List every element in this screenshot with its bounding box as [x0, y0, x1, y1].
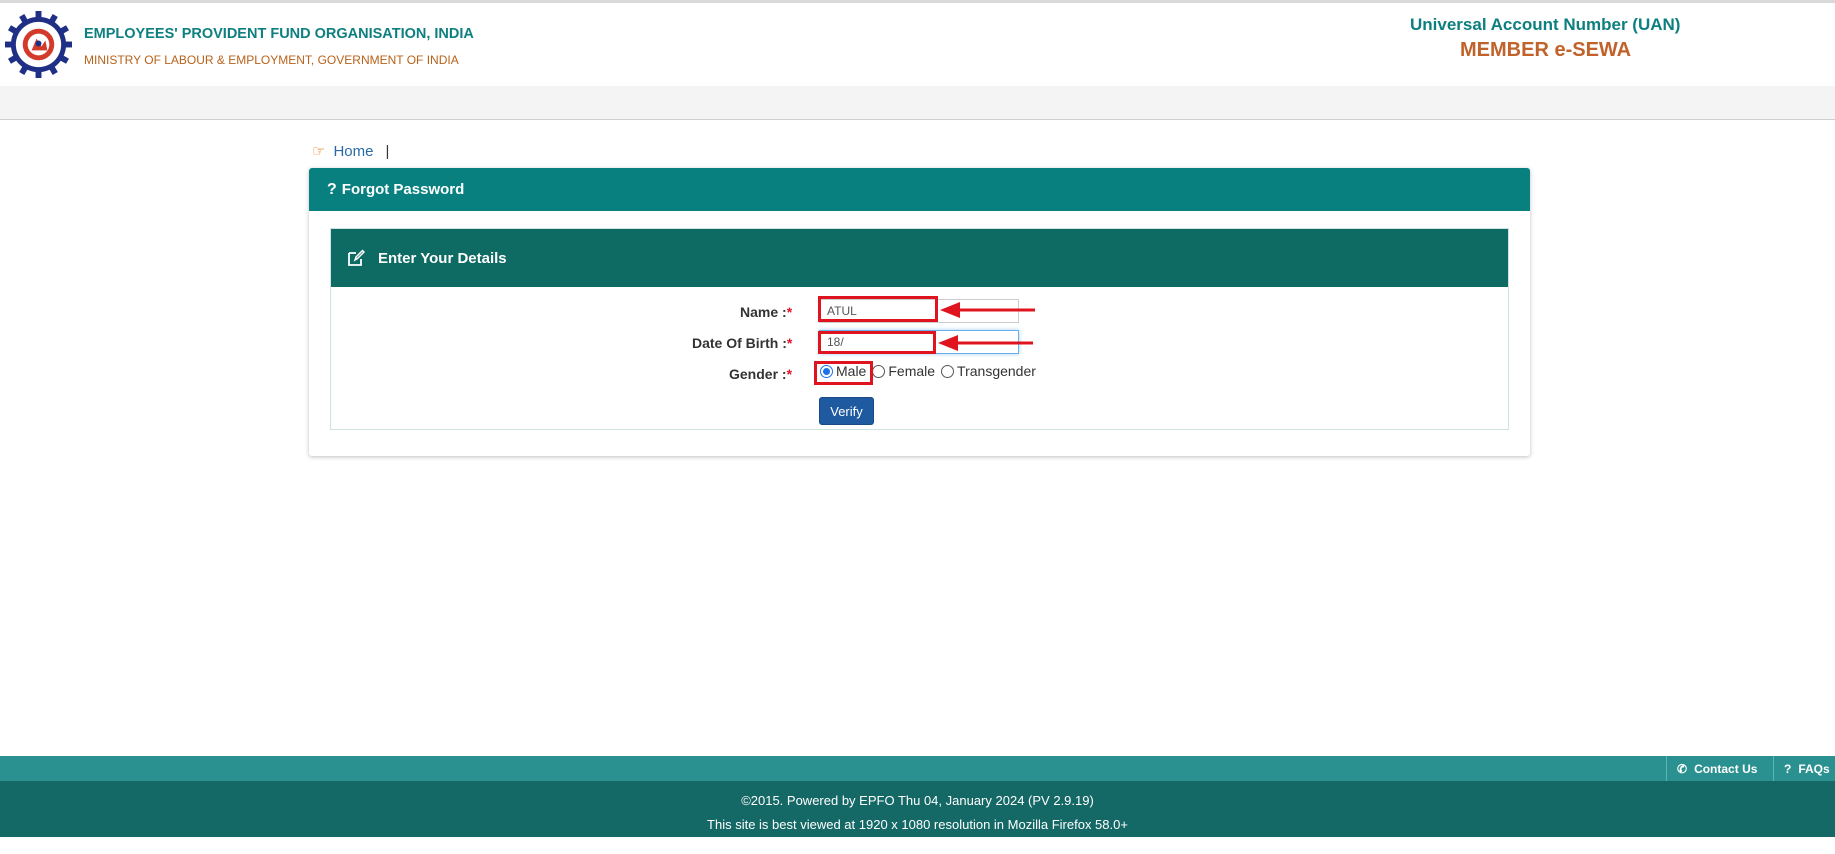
nav-bar	[0, 86, 1835, 120]
radio-indicator[interactable]	[941, 364, 955, 378]
breadcrumb-home-link[interactable]: Home	[333, 143, 373, 160]
gender-option-label: Female	[888, 363, 936, 379]
gender-label: Gender :*	[729, 366, 793, 382]
faqs-link[interactable]: ? FAQs	[1773, 756, 1835, 781]
gender-option-label: Transgender	[957, 363, 1036, 379]
contact-us-link[interactable]: ✆ Contact Us	[1666, 756, 1767, 781]
hand-pointer-icon: ☞	[312, 143, 326, 160]
panel-header: ? Forgot Password	[309, 168, 1530, 211]
site-footer: ©2015. Powered by EPFO Thu 04, January 2…	[0, 781, 1835, 837]
required-mark: *	[786, 304, 793, 320]
breadcrumb-separator: |	[385, 142, 390, 160]
verify-button[interactable]: Verify	[819, 397, 874, 425]
contact-us-label: Contact Us	[1694, 761, 1758, 776]
panel-title: Forgot Password	[341, 181, 465, 198]
name-label: Name :*	[740, 304, 793, 320]
edit-icon	[348, 249, 365, 266]
required-mark: *	[786, 335, 793, 351]
phone-icon: ✆	[1677, 761, 1688, 776]
site-header: EMPLOYEES' PROVIDENT FUND ORGANISATION, …	[0, 3, 1835, 86]
best-viewed-text: This site is best viewed at 1920 x 1080 …	[707, 817, 1128, 832]
breadcrumb: ☞ Home |	[312, 141, 389, 161]
arrow-icon	[938, 335, 1033, 351]
gender-radio-group: Male Female Transgender	[820, 363, 1042, 379]
gender-transgender-radio[interactable]: Transgender	[941, 363, 1036, 379]
radio-indicator[interactable]	[872, 364, 886, 378]
ministry-name: MINISTRY OF LABOUR & EMPLOYMENT, GOVERNM…	[84, 53, 459, 67]
question-icon: ?	[1784, 761, 1792, 776]
uan-title: Universal Account Number (UAN)	[1410, 15, 1681, 34]
copyright-text: ©2015. Powered by EPFO Thu 04, January 2…	[741, 793, 1094, 808]
gender-male-radio[interactable]: Male	[820, 363, 866, 379]
epfo-logo	[5, 11, 72, 78]
radio-checked-indicator[interactable]	[820, 364, 833, 378]
details-header: Enter Your Details	[331, 229, 1508, 287]
gender-option-label: Male	[836, 363, 867, 379]
gender-female-radio[interactable]: Female	[872, 363, 935, 379]
details-title: Enter Your Details	[378, 249, 507, 267]
arrow-icon	[940, 302, 1035, 318]
required-mark: *	[786, 366, 793, 382]
dob-label: Date Of Birth :*	[692, 335, 793, 351]
faqs-label: FAQs	[1798, 761, 1830, 776]
portal-name: MEMBER e-SEWA	[1460, 39, 1632, 61]
question-icon: ?	[327, 180, 337, 198]
details-box: Enter Your Details	[330, 228, 1509, 430]
org-name: EMPLOYEES' PROVIDENT FUND ORGANISATION, …	[84, 26, 474, 42]
footer-links-bar	[0, 756, 1835, 781]
